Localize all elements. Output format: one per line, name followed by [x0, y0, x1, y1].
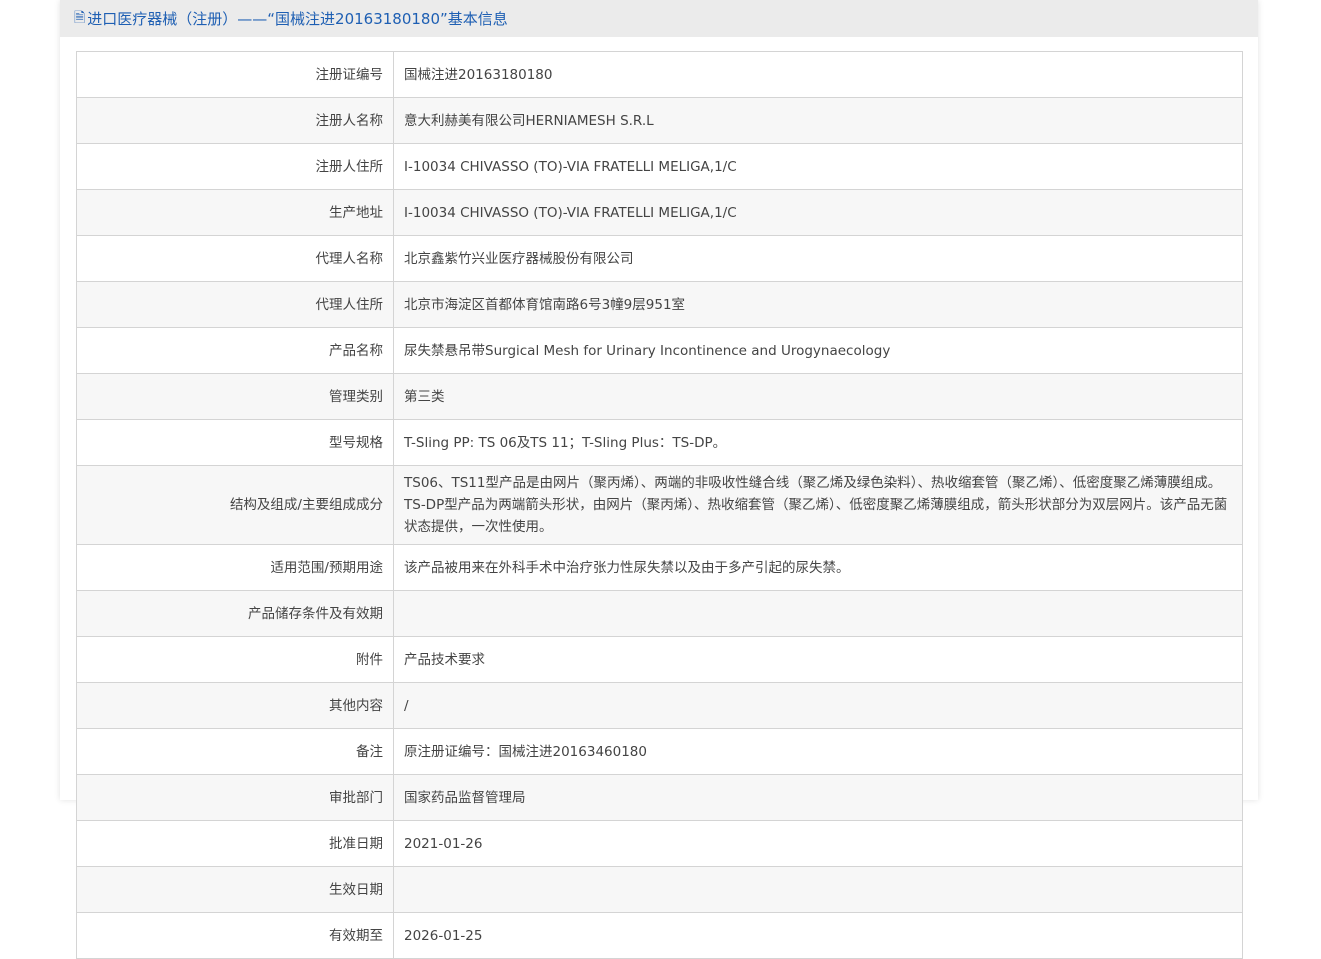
row-label: 生产地址 — [76, 189, 394, 236]
row-value: 2026-01-25 — [393, 912, 1243, 959]
row-label: 产品名称 — [76, 327, 394, 374]
info-table: 注册证编号 国械注进20163180180 注册人名称 意大利赫美有限公司HERNIA… — [76, 51, 1243, 959]
table-row: 结构及组成/主要组成成分 TS06、TS11型产品是由网片（聚丙烯）、两端的非吸收… — [76, 465, 1243, 545]
row-label: 注册人住所 — [76, 143, 394, 190]
table-row: 备注 原注册证编号：国械注进20163460180 — [76, 728, 1243, 775]
row-value: T-Sling PP: TS 06及TS 11；T-Sling Plus：TS-… — [393, 419, 1243, 466]
row-label: 产品储存条件及有效期 — [76, 590, 394, 637]
row-value — [393, 590, 1243, 637]
table-row: 产品名称 尿失禁悬吊带Surgical Mesh for Urinary Inco… — [76, 327, 1243, 374]
row-value: I-10034 CHIVASSO (TO)-VIA FRATELLI MELIG… — [393, 189, 1243, 236]
page-header: 🗎 进口医疗器械（注册）——“国械注进20163180180”基本信息 — [60, 0, 1258, 37]
row-label: 注册人名称 — [76, 97, 394, 144]
row-value: 2021-01-26 — [393, 820, 1243, 867]
table-row: 产品储存条件及有效期 — [76, 590, 1243, 637]
row-value: 北京鑫紫竹兴业医疗器械股份有限公司 — [393, 235, 1243, 282]
row-label: 批准日期 — [76, 820, 394, 867]
page-container: 🗎 进口医疗器械（注册）——“国械注进20163180180”基本信息 注册证编… — [60, 0, 1258, 959]
table-row: 有效期至 2026-01-25 — [76, 912, 1243, 959]
row-label: 结构及组成/主要组成成分 — [76, 465, 394, 545]
row-value: 意大利赫美有限公司HERNIAMESH S.R.L — [393, 97, 1243, 144]
table-row: 注册人名称 意大利赫美有限公司HERNIAMESH S.R.L — [76, 97, 1243, 144]
row-value: 原注册证编号：国械注进20163460180 — [393, 728, 1243, 775]
table-row: 批准日期 2021-01-26 — [76, 820, 1243, 867]
row-value: 第三类 — [393, 373, 1243, 420]
table-row: 管理类别 第三类 — [76, 373, 1243, 420]
row-value: 尿失禁悬吊带Surgical Mesh for Urinary Incontin… — [393, 327, 1243, 374]
row-value: / — [393, 682, 1243, 729]
row-value: 国家药品监督管理局 — [393, 774, 1243, 821]
row-label: 型号规格 — [76, 419, 394, 466]
row-label: 注册证编号 — [76, 51, 394, 98]
row-label: 附件 — [76, 636, 394, 683]
table-row: 型号规格 T-Sling PP: TS 06及TS 11；T-Sling Plus… — [76, 419, 1243, 466]
table-row: 生效日期 — [76, 866, 1243, 913]
row-value: I-10034 CHIVASSO (TO)-VIA FRATELLI MELIG… — [393, 143, 1243, 190]
row-value: 北京市海淀区首都体育馆南路6号3幢9层951室 — [393, 281, 1243, 328]
row-value — [393, 866, 1243, 913]
table-row: 注册人住所 I-10034 CHIVASSO (TO)-VIA FRATELLI … — [76, 143, 1243, 190]
row-value: 该产品被用来在外科手术中治疗张力性尿失禁以及由于多产引起的尿失禁。 — [393, 544, 1243, 591]
table-row: 代理人名称 北京鑫紫竹兴业医疗器械股份有限公司 — [76, 235, 1243, 282]
row-label: 适用范围/预期用途 — [76, 544, 394, 591]
row-label: 生效日期 — [76, 866, 394, 913]
table-row: 生产地址 I-10034 CHIVASSO (TO)-VIA FRATELLI M… — [76, 189, 1243, 236]
table-row: 审批部门 国家药品监督管理局 — [76, 774, 1243, 821]
page-title: 进口医疗器械（注册）——“国械注进20163180180”基本信息 — [87, 10, 508, 28]
table-row: 代理人住所 北京市海淀区首都体育馆南路6号3幢9层951室 — [76, 281, 1243, 328]
row-label: 备注 — [76, 728, 394, 775]
table-row: 附件 产品技术要求 — [76, 636, 1243, 683]
row-value: TS06、TS11型产品是由网片（聚丙烯）、两端的非吸收性缝合线（聚乙烯及绿色染… — [393, 465, 1243, 545]
row-value: 国械注进20163180180 — [393, 51, 1243, 98]
row-label: 代理人住所 — [76, 281, 394, 328]
row-label: 代理人名称 — [76, 235, 394, 282]
row-label: 审批部门 — [76, 774, 394, 821]
row-value: 产品技术要求 — [393, 636, 1243, 683]
row-label: 管理类别 — [76, 373, 394, 420]
document-icon: 🗎 — [74, 9, 86, 26]
table-row: 其他内容 / — [76, 682, 1243, 729]
table-row: 注册证编号 国械注进20163180180 — [76, 51, 1243, 98]
table-row: 适用范围/预期用途 该产品被用来在外科手术中治疗张力性尿失禁以及由于多产引起的尿失… — [76, 544, 1243, 591]
row-label: 有效期至 — [76, 912, 394, 959]
row-label: 其他内容 — [76, 682, 394, 729]
